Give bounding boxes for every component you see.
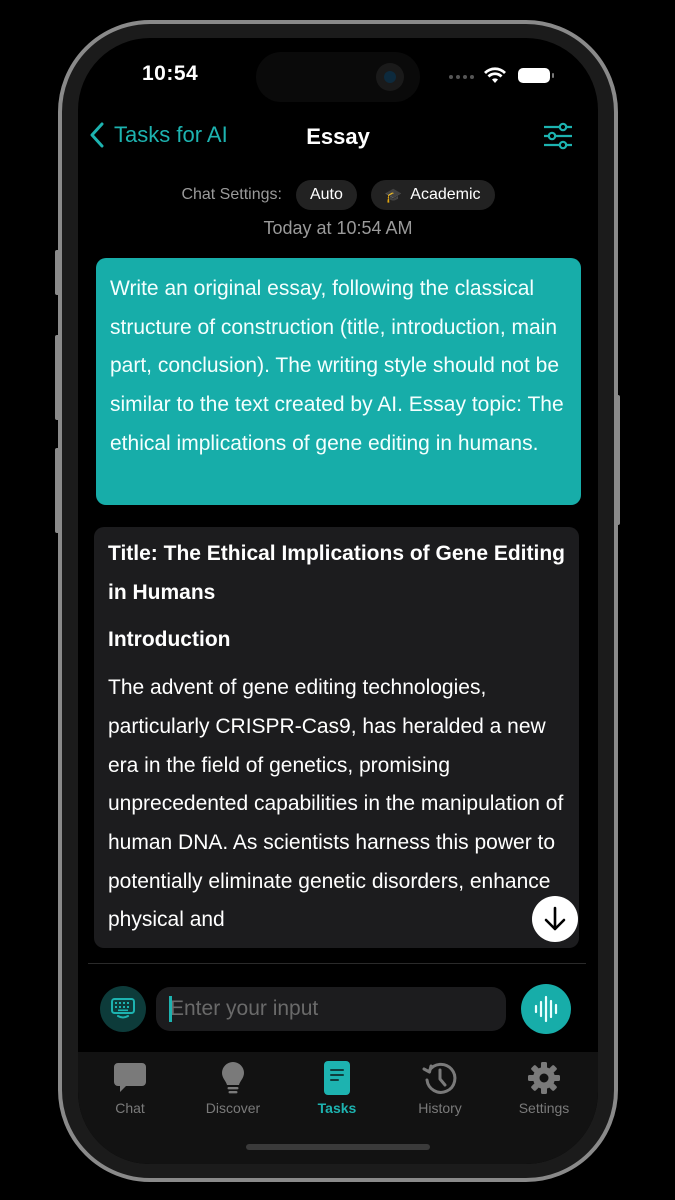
text-cursor: [169, 996, 172, 1022]
style-chip[interactable]: 🎓 Academic: [370, 180, 495, 210]
dynamic-island: [256, 52, 420, 102]
tab-tasks-label: Tasks: [317, 1100, 357, 1116]
arrow-down-icon: [544, 906, 566, 931]
cellular-signal-icon: [449, 75, 474, 79]
volume-down-button: [55, 448, 60, 533]
scroll-to-bottom-button[interactable]: [532, 896, 578, 942]
tab-history-label: History: [418, 1100, 462, 1116]
back-button[interactable]: Tasks for AI: [88, 122, 228, 148]
document-icon: [324, 1061, 350, 1095]
tab-discover-label: Discover: [205, 1100, 261, 1116]
status-bar: 10:54: [78, 38, 598, 108]
tab-bar: Chat Discover Tasks History Settings: [78, 1052, 598, 1164]
wifi-icon: [484, 67, 506, 83]
tab-tasks[interactable]: Tasks: [292, 1060, 382, 1116]
ai-message: Title: The Ethical Implications of Gene …: [94, 527, 579, 948]
gear-icon: [528, 1062, 560, 1094]
message-timestamp: Today at 10:54 AM: [263, 218, 413, 238]
navigation-bar: Tasks for AI Essay: [78, 118, 598, 158]
volume-up-button: [55, 335, 60, 420]
tab-chat-label: Chat: [115, 1100, 145, 1116]
status-time: 10:54: [142, 62, 199, 85]
chevron-left-icon: [90, 122, 104, 148]
user-message-text: Write an original essay, following the c…: [110, 277, 564, 455]
sliders-icon[interactable]: [542, 122, 574, 150]
battery-icon: [518, 68, 554, 83]
tab-chat[interactable]: Chat: [85, 1060, 175, 1116]
keyboard-toggle-button[interactable]: [100, 986, 146, 1032]
essay-paragraph: The advent of gene editing technologies,…: [108, 676, 564, 932]
chat-bubble-icon: [114, 1063, 146, 1092]
tab-history[interactable]: History: [395, 1060, 485, 1116]
model-chip[interactable]: Auto: [295, 180, 357, 210]
style-chip-label: Academic: [410, 186, 481, 203]
history-clock-icon: [422, 1062, 457, 1094]
message-input[interactable]: [156, 987, 506, 1031]
lightbulb-icon: [222, 1062, 244, 1094]
back-label: Tasks for AI: [114, 122, 228, 147]
chat-settings: Chat Settings: Auto 🎓 Academic: [78, 180, 598, 210]
chat-settings-label: Chat Settings:: [181, 186, 282, 203]
sound-wave-icon: [534, 995, 558, 1023]
camera-icon: [376, 63, 404, 91]
model-chip-label: Auto: [309, 186, 343, 203]
home-indicator[interactable]: [246, 1144, 430, 1150]
voice-input-button[interactable]: [521, 984, 571, 1034]
user-message: Write an original essay, following the c…: [96, 258, 581, 505]
keyboard-icon: [111, 998, 135, 1019]
essay-title: Title: The Ethical Implications of Gene …: [108, 542, 565, 604]
tab-settings-label: Settings: [518, 1100, 570, 1116]
composer-divider: [88, 963, 586, 964]
screen: 10:54 Tasks for AI Essay Chat Settings: …: [78, 38, 598, 1164]
graduation-cap-icon: 🎓: [384, 186, 403, 203]
action-button: [55, 250, 60, 295]
power-button: [615, 395, 620, 525]
tab-settings[interactable]: Settings: [499, 1060, 589, 1116]
tab-discover[interactable]: Discover: [188, 1060, 278, 1116]
essay-section-heading: Introduction: [108, 628, 231, 652]
